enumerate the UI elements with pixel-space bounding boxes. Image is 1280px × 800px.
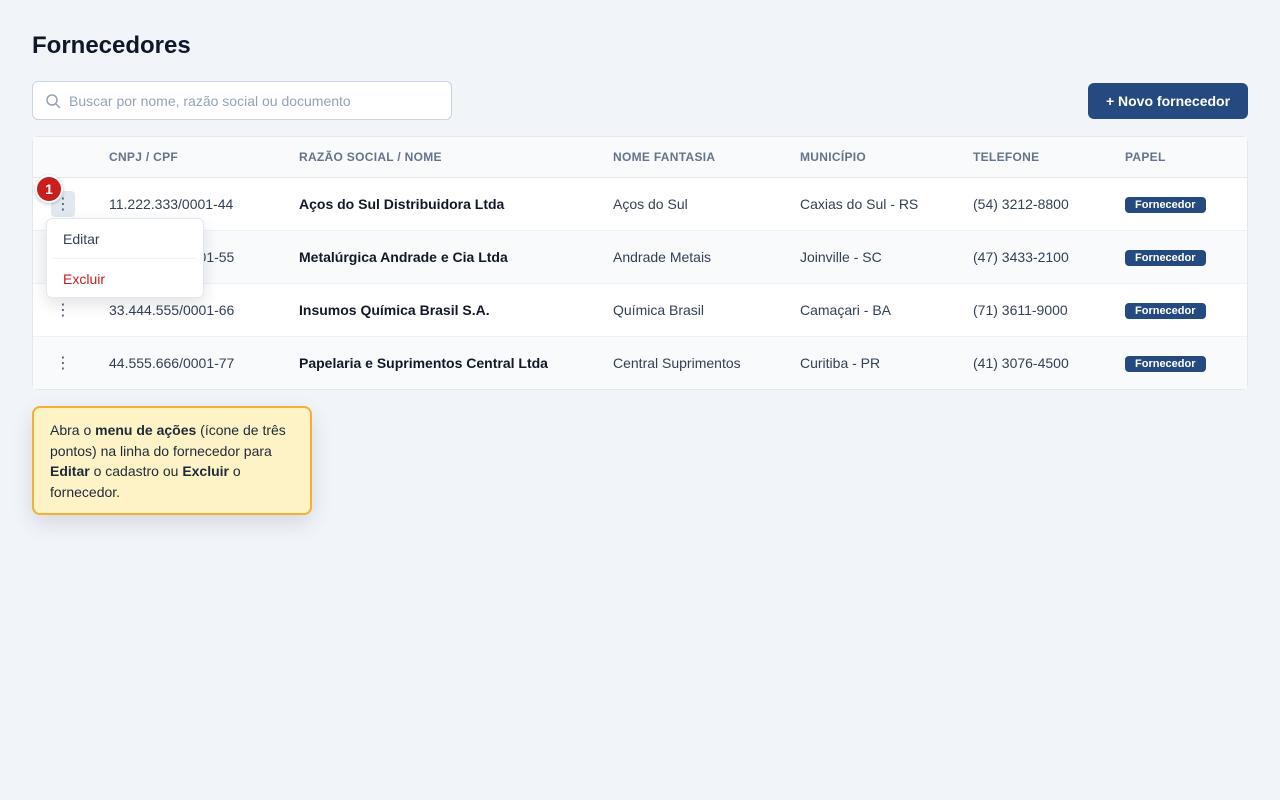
table-header-row: CNPJ / CPF RAZÃO SOCIAL / NOME NOME FANT… [33, 137, 1247, 178]
cell-city: Camaçari - BA [800, 282, 973, 336]
cell-trade-name: Andrade Metais [613, 229, 800, 283]
search-icon [46, 93, 61, 108]
column-header-actions [33, 137, 109, 178]
cell-company-name: Insumos Química Brasil S.A. [299, 282, 613, 336]
instruction-tooltip: Abra o menu de ações (ícone de três pont… [32, 406, 312, 515]
cell-company-name: Aços do Sul Distribuidora Ltda [299, 195, 505, 212]
cell-company-name: Metalúrgica Andrade e Cia Ltda [299, 229, 613, 283]
table-row: ⋮ 33.444.555/0001-66 Insumos Química Bra… [33, 282, 1247, 336]
new-supplier-button[interactable]: + Novo fornecedor [1088, 83, 1248, 119]
tooltip-text: Abra o [50, 422, 96, 438]
cell-trade-name: Central Suprimentos [613, 335, 800, 389]
column-header-city: MUNICÍPIO [800, 137, 973, 178]
table-row: ⋮ 11.222.333/0001-44 Aços do Sul Distrib… [33, 177, 1247, 230]
column-header-phone: TELEFONE [973, 137, 1125, 178]
search-box[interactable] [32, 81, 452, 120]
row-actions-menu-button[interactable]: ⋮ [51, 297, 75, 323]
role-badge: Fornecedor [1125, 355, 1206, 372]
menu-item-delete[interactable]: Excluir [53, 259, 197, 299]
role-badge: Fornecedor [1125, 196, 1206, 213]
suppliers-table: CNPJ / CPF RAZÃO SOCIAL / NOME NOME FANT… [32, 136, 1248, 390]
row-actions-dropdown: Editar Excluir [46, 218, 204, 298]
cell-role: Fornecedor [1125, 335, 1247, 389]
table-row: ⋮ 44.555.666/0001-77 Papelaria e Suprime… [33, 335, 1247, 389]
row-actions-cell: ⋮ [33, 335, 109, 389]
cell-phone: (47) 3433-2100 [973, 229, 1125, 283]
cell-phone: (54) 3212-8800 [973, 195, 1069, 212]
cell-city: Caxias do Sul - RS [800, 195, 919, 212]
search-input[interactable] [69, 92, 429, 109]
cell-role: Fornecedor [1125, 229, 1247, 283]
cell-phone: (71) 3611-9000 [973, 282, 1125, 336]
menu-item-edit[interactable]: Editar [53, 219, 197, 259]
cell-role: Fornecedor [1125, 282, 1247, 336]
tooltip-bold-actions-menu: menu de ações [95, 422, 197, 438]
cell-document: 44.555.666/0001-77 [109, 335, 299, 389]
role-badge: Fornecedor [1125, 249, 1206, 266]
tooltip-bold-edit: Editar [50, 463, 90, 479]
tooltip-bold-delete: Excluir [182, 463, 230, 479]
page-title: Fornecedores [32, 32, 191, 59]
step-number-badge: 1 [35, 175, 63, 203]
cell-trade-name: Química Brasil [613, 282, 800, 336]
cell-city: Curitiba - PR [800, 335, 973, 389]
tooltip-text: o cadastro ou [89, 463, 183, 479]
cell-phone: (41) 3076-4500 [973, 335, 1125, 389]
role-badge: Fornecedor [1125, 302, 1206, 319]
column-header-trade-name: NOME FANTASIA [613, 137, 800, 178]
cell-role: Fornecedor [1125, 177, 1247, 230]
column-header-name: RAZÃO SOCIAL / NOME [299, 137, 613, 178]
row-actions-menu-button[interactable]: ⋮ [51, 350, 75, 376]
cell-trade-name: Aços do Sul [613, 195, 688, 212]
cell-company-name: Papelaria e Suprimentos Central Ltda [299, 335, 613, 389]
cell-city: Joinville - SC [800, 229, 973, 283]
table-row: ⋮ 22.333.444/0001-55 Metalúrgica Andrade… [33, 229, 1247, 283]
column-header-role: PAPEL [1125, 137, 1247, 178]
column-header-document: CNPJ / CPF [109, 137, 299, 178]
